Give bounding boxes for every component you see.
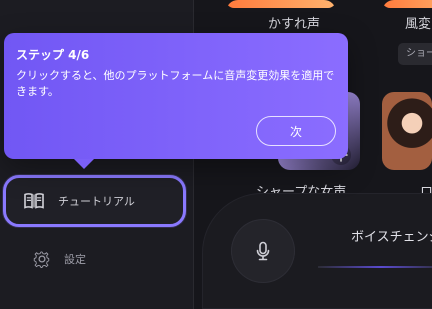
status-badge: ショー (398, 43, 432, 65)
next-button[interactable]: 次 (256, 116, 336, 146)
sidebar-item-label: チュートリアル (58, 195, 135, 208)
sidebar-item-label: 設定 (64, 253, 86, 266)
book-icon (22, 189, 46, 213)
voice-changer-panel: ボイスチェンジャ (202, 193, 432, 309)
voice-thumbnail[interactable] (382, 92, 432, 170)
panel-title: ボイスチェンジャ (351, 230, 432, 245)
card-title: かすれ声 (268, 17, 321, 32)
microphone-button[interactable] (231, 219, 295, 283)
tutorial-step: ステップ 4/6 (16, 48, 90, 62)
sidebar-item-settings[interactable]: 設定 (10, 236, 180, 282)
audio-meter (318, 266, 432, 268)
microphone-icon (251, 239, 275, 263)
tutorial-message: クリックすると、他のプラットフォームに音声変更効果を適用できます。 (16, 69, 335, 98)
sidebar-item-tutorial[interactable]: チュートリアル (3, 175, 186, 227)
app-window: チュートリアル 設定 かすれ声 風変 ショー ボイスチェン ステップ 4/6 ク… (0, 0, 432, 309)
card-title: 風変 (405, 17, 432, 32)
card-accent (382, 0, 432, 8)
card-accent (226, 0, 336, 8)
tutorial-tooltip: ステップ 4/6 クリックすると、他のプラットフォームに音声変更効果を適用できま… (4, 33, 348, 169)
gear-icon (32, 249, 52, 269)
